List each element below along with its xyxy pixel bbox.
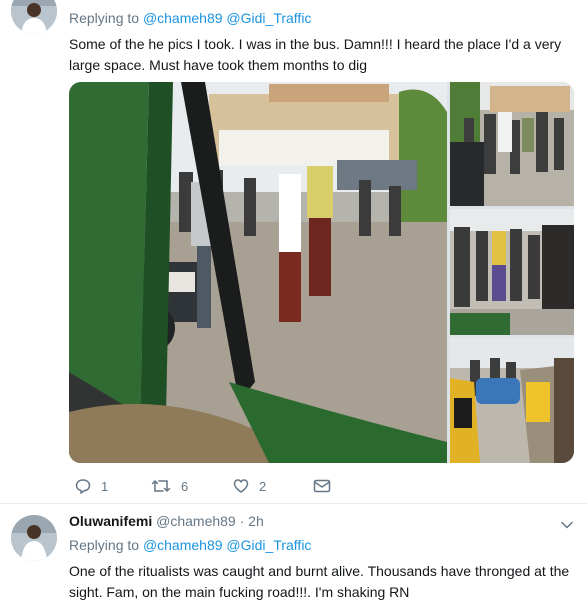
- envelope-icon: [313, 479, 331, 493]
- like-button[interactable]: 2: [233, 476, 266, 496]
- chevron-down-icon: [561, 521, 573, 529]
- photo-crowd-street[interactable]: [450, 82, 574, 206]
- tweet-text: One of the ritualists was caught and bur…: [69, 563, 570, 600]
- author-handle[interactable]: @chameh89: [156, 513, 236, 529]
- heart-icon: [233, 479, 249, 493]
- tweet-text: Some of the he pics I took. I was in the…: [69, 36, 562, 73]
- retweet-count: 6: [181, 478, 189, 494]
- reply-count: 1: [101, 478, 109, 494]
- avatar[interactable]: [11, 515, 57, 561]
- avatar[interactable]: [11, 0, 57, 34]
- replying-to-line: Replying to @chameh89 @Gidi_Traffic: [69, 10, 311, 26]
- mention-link[interactable]: @chameh89: [143, 10, 223, 26]
- direct-message-button[interactable]: [313, 476, 331, 496]
- replying-to-label: Replying to: [69, 537, 140, 553]
- retweet-icon: [151, 480, 171, 492]
- author-name[interactable]: Oluwanifemi: [69, 513, 152, 529]
- photo-yellow-bus[interactable]: [450, 338, 574, 463]
- mention-link[interactable]: @chameh89: [143, 537, 223, 553]
- avatar-photo: [11, 0, 57, 34]
- reply-icon: [75, 479, 91, 494]
- tweet-actions: 1 6 2: [69, 476, 489, 496]
- tweet-media-grid: [69, 82, 574, 463]
- tweet-divider: [0, 503, 587, 504]
- replying-to-label: Replying to: [69, 10, 140, 26]
- separator-dot: ·: [239, 513, 245, 529]
- avatar-photo: [11, 515, 57, 561]
- photo-bus-window[interactable]: [69, 82, 447, 463]
- mention-link[interactable]: @Gidi_Traffic: [226, 537, 311, 553]
- photo-crowd-people[interactable]: [450, 209, 574, 335]
- tweet-author-line: Oluwanifemi @chameh89 · 2h: [69, 513, 264, 529]
- replying-to-line: Replying to @chameh89 @Gidi_Traffic: [69, 537, 311, 553]
- retweet-button[interactable]: 6: [151, 476, 188, 496]
- reply-button[interactable]: 1: [75, 476, 108, 496]
- like-count: 2: [259, 478, 267, 494]
- tweet-menu-button[interactable]: [561, 516, 573, 534]
- mention-link[interactable]: @Gidi_Traffic: [226, 10, 311, 26]
- tweet-timestamp[interactable]: 2h: [248, 513, 264, 529]
